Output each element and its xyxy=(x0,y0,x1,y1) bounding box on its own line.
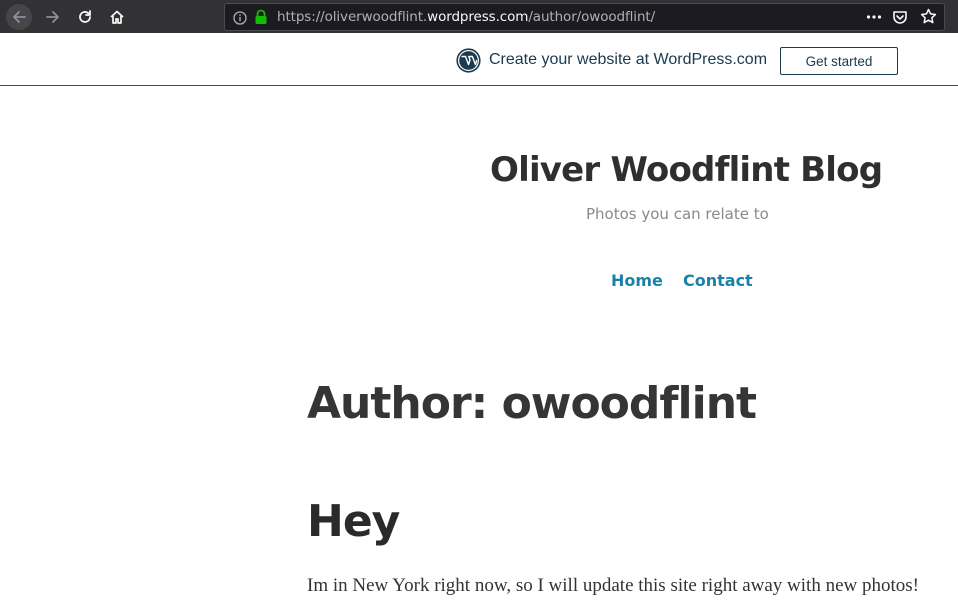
pocket-icon[interactable] xyxy=(892,9,908,29)
arrow-right-icon xyxy=(46,11,59,23)
arrow-left-icon xyxy=(13,11,26,23)
wordpress-logo-icon[interactable] xyxy=(456,48,481,77)
reload-button[interactable] xyxy=(72,4,98,30)
forward-button[interactable] xyxy=(40,4,66,30)
post-excerpt: Im in New York right now, so I will upda… xyxy=(307,575,919,596)
info-icon[interactable] xyxy=(233,10,247,29)
site-title[interactable]: Oliver Woodflint Blog xyxy=(490,150,883,190)
home-button[interactable] xyxy=(104,4,130,30)
more-actions-icon[interactable] xyxy=(865,8,883,30)
archive-title: Author: owoodflint xyxy=(307,378,757,429)
menu-item-contact-label: Contact xyxy=(683,271,753,290)
url-text[interactable]: https://oliverwoodflint.wordpress.com/au… xyxy=(277,9,655,25)
home-icon xyxy=(110,10,124,24)
menu-item-home-label: Home xyxy=(611,271,663,290)
reload-icon xyxy=(79,10,91,23)
lock-icon[interactable] xyxy=(254,9,268,29)
get-started-button[interactable]: Get started xyxy=(780,47,898,75)
banner-text[interactable]: Create your website at WordPress.com xyxy=(489,51,767,69)
post-title[interactable]: Hey xyxy=(307,496,400,547)
url-path: /author/owoodflint/ xyxy=(528,9,656,25)
site-description: Photos you can relate to xyxy=(586,205,769,223)
browser-toolbar: https://oliverwoodflint.wordpress.com/au… xyxy=(0,0,958,33)
url-bar[interactable]: https://oliverwoodflint.wordpress.com/au… xyxy=(224,3,945,31)
back-button[interactable] xyxy=(6,4,32,30)
menu-item-home[interactable]: Home xyxy=(611,271,663,290)
bookmark-star-icon[interactable] xyxy=(920,8,937,29)
url-prefix: https://oliverwoodflint. xyxy=(277,9,428,25)
url-domain: wordpress.com xyxy=(427,9,529,25)
wordpress-banner: Create your website at WordPress.com Get… xyxy=(0,33,958,86)
menu-item-contact[interactable]: Contact xyxy=(683,271,753,290)
